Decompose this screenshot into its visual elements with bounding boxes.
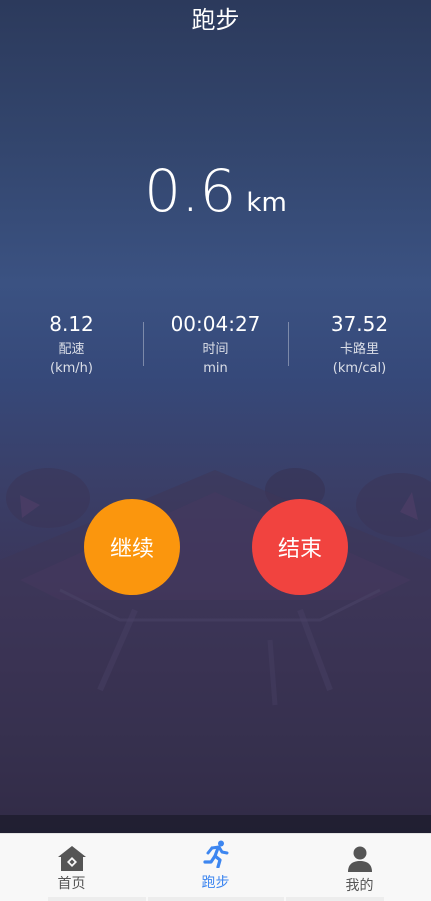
page-title: 跑步 <box>191 6 240 34</box>
distance-value: 0.6 <box>144 157 237 225</box>
tab-indicator <box>148 897 284 901</box>
tab-run[interactable]: 跑步 <box>144 834 287 901</box>
distance-unit: km <box>246 188 287 218</box>
calories-label: 卡路里 <box>339 342 379 357</box>
runner-icon <box>202 840 228 868</box>
tab-indicator <box>48 897 146 901</box>
continue-button[interactable]: 继续 <box>84 499 180 595</box>
time-unit: min <box>203 361 228 376</box>
stats-row: 8.12 配速 (km/h) 00:04:27 时间 min 37.52 卡路里… <box>0 310 431 390</box>
tab-home-label: 首页 <box>57 876 86 892</box>
home-icon <box>57 846 86 871</box>
background-illustration <box>0 468 431 833</box>
pace-unit: (km/h) <box>50 361 93 376</box>
stop-button[interactable]: 结束 <box>252 499 348 595</box>
tab-home[interactable]: 首页 <box>0 834 143 901</box>
run-screen: 跑步 0.6 km 8.12 配速 (km/h) 00:04:27 时间 min … <box>0 0 431 833</box>
person-icon <box>347 846 372 872</box>
calories-value: 37.52 <box>330 312 389 336</box>
tab-mine[interactable]: 我的 <box>288 834 431 901</box>
stat-pace: 8.12 配速 (km/h) <box>0 310 143 378</box>
stat-calories: 37.52 卡路里 (km/cal) <box>288 310 431 378</box>
tab-run-label: 跑步 <box>201 875 230 891</box>
tab-mine-label: 我的 <box>345 878 374 894</box>
time-value: 00:04:27 <box>170 312 261 336</box>
pace-value: 8.12 <box>49 312 94 336</box>
bottom-tab-bar: 首页 跑步 我的 <box>0 833 431 901</box>
tab-indicator <box>286 897 384 901</box>
stat-time: 00:04:27 时间 min <box>144 310 287 378</box>
distance-display: 0.6 km <box>0 155 431 227</box>
pace-label: 配速 <box>58 342 85 357</box>
calories-unit: (km/cal) <box>332 361 387 376</box>
time-label: 时间 <box>202 342 229 357</box>
